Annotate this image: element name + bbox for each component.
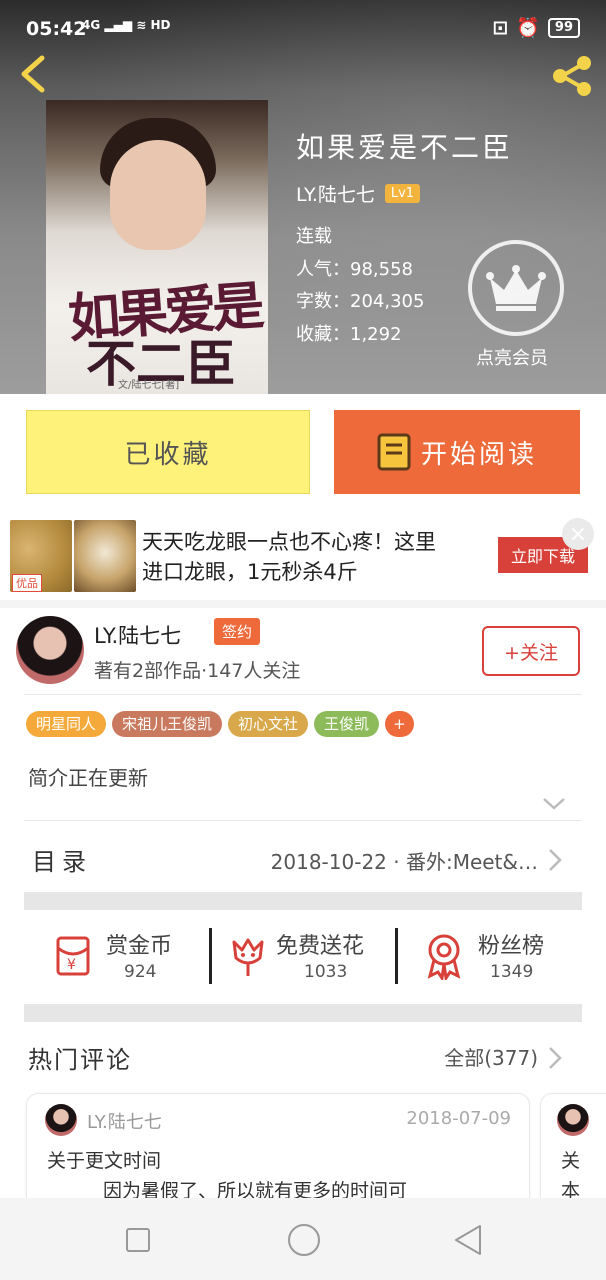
ad-text-line1: 天天吃龙眼一点也不心疼！这里 xyxy=(142,530,436,554)
level-badge: Lv1 xyxy=(384,184,421,203)
divider xyxy=(24,892,582,910)
home-button[interactable] xyxy=(288,1224,320,1256)
divider xyxy=(24,694,582,695)
system-nav-bar xyxy=(0,1198,606,1280)
reward-fans-button[interactable]: 粉丝榜 1349 xyxy=(398,912,582,1000)
collected-label: 已收藏 xyxy=(124,439,212,470)
svg-text:¥: ¥ xyxy=(67,957,76,973)
comment-card[interactable]: LY.陆七七 2018-07-09 关于更文时间 因为暑假了、所以就有更多的时间… xyxy=(26,1093,530,1213)
cover-face xyxy=(110,140,206,250)
intro-text: 简介正在更新 xyxy=(28,766,148,790)
medal-icon xyxy=(427,934,461,980)
chevron-down-icon xyxy=(543,798,565,810)
reward-label: 粉丝榜 xyxy=(478,934,545,959)
tag-item[interactable]: 初心文社 xyxy=(228,711,309,737)
ad-badge: 优品 xyxy=(12,574,42,592)
ad-close-button[interactable]: × xyxy=(562,518,594,550)
reward-flower-button[interactable]: 免费送花 1033 xyxy=(212,912,398,1000)
comments-all-link[interactable]: 全部(377) xyxy=(0,1034,606,1082)
book-author[interactable]: LY.陆七七 xyxy=(296,180,375,207)
comment-subject: 关于更文时间 xyxy=(47,1150,162,1172)
share-icon xyxy=(553,56,591,96)
ad-text-line2: 进口龙眼，1元秒杀4斤 xyxy=(142,560,358,584)
tag-item[interactable]: 明星同人 xyxy=(26,711,107,737)
crown-icon xyxy=(486,265,546,311)
chevron-left-icon xyxy=(21,55,45,93)
comments-count: 全部(377) xyxy=(444,1046,538,1070)
reward-label: 赏金币 xyxy=(106,934,173,959)
back-button[interactable] xyxy=(16,54,48,98)
cover-small-text: 文/陆七七[著] xyxy=(118,380,180,391)
lock-icon: ⊡ xyxy=(492,16,509,39)
reward-label: 免费送花 xyxy=(276,934,365,959)
close-icon: × xyxy=(568,521,588,547)
book-cover[interactable]: 如果爱是 不二臣 文/陆七七[著] xyxy=(46,100,268,394)
comment-user: LY.陆七七 xyxy=(87,1112,162,1133)
book-popularity: 人气：98,558 xyxy=(296,259,413,280)
recent-apps-button[interactable] xyxy=(126,1228,150,1252)
chevron-right-icon xyxy=(549,1047,562,1069)
reward-coin-button[interactable]: ¥ 赏金币 924 xyxy=(24,912,210,1000)
ad-image-2 xyxy=(74,520,136,592)
book-word-count: 字数：204,305 xyxy=(296,291,425,312)
book-author-row: LY.陆七七 Lv1 xyxy=(296,180,421,207)
comment-peek-line1: 关 xyxy=(561,1150,581,1172)
book-status: 连载 xyxy=(296,226,332,247)
vip-button[interactable] xyxy=(468,240,564,336)
toc-label: 目录 xyxy=(32,848,92,876)
tag-list: 明星同人 宋祖儿王俊凯 初心文社 王俊凯 + xyxy=(26,711,420,737)
follow-button[interactable]: +关注 xyxy=(482,626,580,676)
comment-avatar xyxy=(557,1104,589,1136)
divider xyxy=(24,1004,582,1022)
author-stats: 著有2部作品·147人关注 xyxy=(94,660,301,682)
comment-avatar xyxy=(45,1104,77,1136)
divider xyxy=(0,600,606,608)
back-nav-button[interactable] xyxy=(454,1224,482,1256)
comment-card[interactable]: 关 本 xyxy=(540,1093,606,1213)
add-tag-button[interactable]: + xyxy=(385,711,414,737)
alarm-icon: ⏰ xyxy=(516,17,540,39)
toc-row[interactable]: 目录 2018-10-22 · 番外:Meet&… xyxy=(0,822,606,892)
tag-item[interactable]: 王俊凯 xyxy=(314,711,380,737)
book-favorites: 收藏：1,292 xyxy=(296,324,402,345)
reward-value: 1033 xyxy=(304,962,348,982)
status-time: 05:42 xyxy=(26,18,87,40)
author-name[interactable]: LY.陆七七 xyxy=(94,620,181,650)
status-bar: 05:42 4G ▂▄▆ ≋ HD ⊡ ⏰ 99 xyxy=(0,0,606,46)
book-icon xyxy=(377,433,411,471)
start-reading-label: 开始阅读 xyxy=(420,439,537,470)
chevron-right-icon xyxy=(549,849,562,871)
battery-icon: 99 xyxy=(547,17,580,38)
comment-date: 2018-07-09 xyxy=(406,1108,511,1129)
rewards-row: ¥ 赏金币 924 免费送花 1033 粉丝榜 1349 xyxy=(24,912,582,1000)
toc-latest: 2018-10-22 · 番外:Meet&… xyxy=(270,850,538,874)
flower-icon xyxy=(232,938,264,976)
divider xyxy=(24,820,582,821)
book-title: 如果爱是不二臣 xyxy=(296,131,514,164)
signal-icon: 4G ▂▄▆ ≋ HD xyxy=(82,18,171,32)
collected-button[interactable]: 已收藏 xyxy=(26,410,310,494)
vip-label: 点亮会员 xyxy=(476,348,548,369)
tag-item[interactable]: 宋祖儿王俊凯 xyxy=(112,711,223,737)
contract-badge: 签约 xyxy=(214,618,261,645)
reward-value: 924 xyxy=(124,962,157,982)
author-avatar[interactable] xyxy=(16,616,84,684)
ad-banner[interactable]: 优品 天天吃龙眼一点也不心疼！这里 进口龙眼，1元秒杀4斤 立即下载 × xyxy=(0,512,606,600)
expand-intro-button[interactable] xyxy=(542,796,566,815)
start-reading-button[interactable]: 开始阅读 xyxy=(334,410,580,494)
red-envelope-icon: ¥ xyxy=(56,936,90,976)
share-button[interactable] xyxy=(550,54,594,102)
reward-value: 1349 xyxy=(490,962,534,982)
